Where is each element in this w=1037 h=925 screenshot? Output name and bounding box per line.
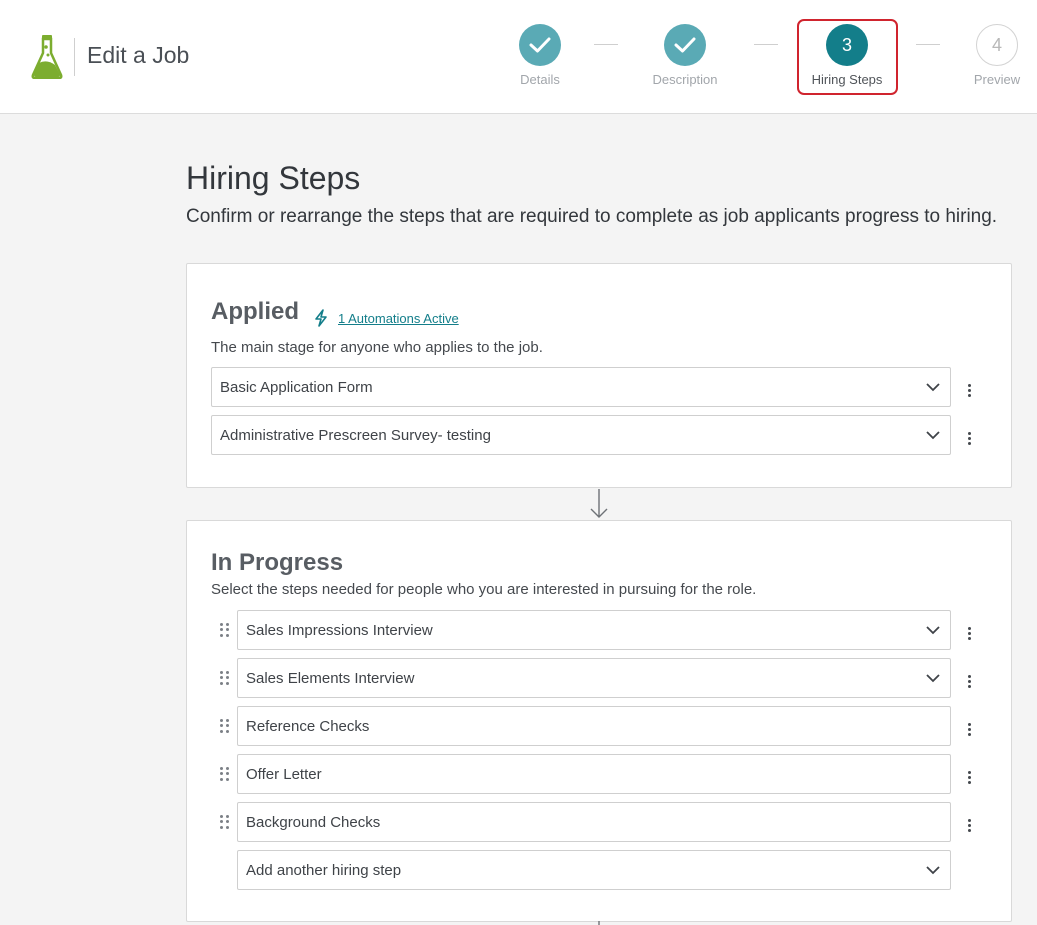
vertical-ellipsis-icon[interactable] xyxy=(966,384,972,398)
applied-stage-title: Applied xyxy=(211,298,299,325)
step-details-circle xyxy=(519,24,561,66)
arrow-down-icon xyxy=(590,489,608,518)
hiring-step-field[interactable]: Background Checks xyxy=(237,802,951,842)
applied-stage-card: Applied 1 Automations Active The main st… xyxy=(186,263,1012,488)
applied-step-select[interactable]: Basic Application Form xyxy=(211,367,951,407)
step-connector xyxy=(594,44,618,45)
chevron-down-icon xyxy=(926,431,940,440)
drag-handle-icon[interactable] xyxy=(220,719,230,733)
page-header-title: Edit a Job xyxy=(87,42,190,68)
drag-handle-icon[interactable] xyxy=(220,671,230,685)
applied-step-select[interactable]: Administrative Prescreen Survey- testing xyxy=(211,415,951,455)
hiring-step-select[interactable]: Sales Impressions Interview xyxy=(237,610,951,650)
checkmark-icon xyxy=(529,37,551,53)
in-progress-stage-card: In Progress Select the steps needed for … xyxy=(186,520,1012,922)
arrow-down-icon xyxy=(598,921,600,925)
hiring-step-field[interactable]: Offer Letter xyxy=(237,754,951,794)
drag-handle-icon[interactable] xyxy=(220,623,230,637)
applied-stage-description: The main stage for anyone who applies to… xyxy=(211,339,543,356)
step-preview-circle: 4 xyxy=(976,24,1018,66)
step-details[interactable]: Details xyxy=(485,24,595,87)
in-progress-stage-description: Select the steps needed for people who y… xyxy=(211,581,757,598)
vertical-ellipsis-icon[interactable] xyxy=(966,627,972,641)
vertical-ellipsis-icon[interactable] xyxy=(966,771,972,785)
vertical-ellipsis-icon[interactable] xyxy=(966,819,972,833)
add-hiring-step-select[interactable]: Add another hiring step xyxy=(237,850,951,890)
active-step-highlight xyxy=(797,19,898,95)
chevron-down-icon xyxy=(926,383,940,392)
drag-handle-icon[interactable] xyxy=(220,815,230,829)
step-description[interactable]: Description xyxy=(630,24,740,87)
top-header: Edit a Job Details Description 3 Hiring … xyxy=(0,0,1037,114)
vertical-ellipsis-icon[interactable] xyxy=(966,675,972,689)
hiring-step-value: Background Checks xyxy=(246,813,381,831)
hiring-step-value: Reference Checks xyxy=(246,717,370,735)
vertical-ellipsis-icon[interactable] xyxy=(966,723,972,737)
chevron-down-icon xyxy=(926,674,940,683)
applied-step-value: Administrative Prescreen Survey- testing xyxy=(220,426,491,444)
automations-active-link[interactable]: 1 Automations Active xyxy=(338,311,459,326)
step-details-label: Details xyxy=(520,72,560,87)
hiring-step-field[interactable]: Reference Checks xyxy=(237,706,951,746)
checkmark-icon xyxy=(674,37,696,53)
lightning-bolt-icon xyxy=(315,309,327,327)
in-progress-stage-title: In Progress xyxy=(211,549,344,576)
hiring-step-value: Offer Letter xyxy=(246,765,322,783)
step-connector xyxy=(754,44,778,45)
step-preview[interactable]: 4 Preview xyxy=(942,24,1037,87)
hiring-step-value: Sales Elements Interview xyxy=(246,669,415,687)
step-preview-label: Preview xyxy=(973,72,1021,87)
hiring-step-value: Sales Impressions Interview xyxy=(246,621,433,639)
step-description-circle xyxy=(664,24,706,66)
header-divider xyxy=(74,38,75,76)
page-title: Hiring Steps xyxy=(186,160,361,196)
page-subtitle: Confirm or rearrange the steps that are … xyxy=(186,206,998,227)
add-hiring-step-placeholder: Add another hiring step xyxy=(246,861,402,879)
hiring-step-select[interactable]: Sales Elements Interview xyxy=(237,658,951,698)
vertical-ellipsis-icon[interactable] xyxy=(966,432,972,446)
applied-step-value: Basic Application Form xyxy=(220,378,373,396)
flask-logo-icon[interactable] xyxy=(31,35,63,79)
chevron-down-icon xyxy=(926,866,940,875)
chevron-down-icon xyxy=(926,626,940,635)
step-connector xyxy=(916,44,940,45)
automations-indicator: 1 Automations Active xyxy=(313,309,459,327)
step-description-label: Description xyxy=(652,72,718,87)
drag-handle-icon[interactable] xyxy=(220,767,230,781)
